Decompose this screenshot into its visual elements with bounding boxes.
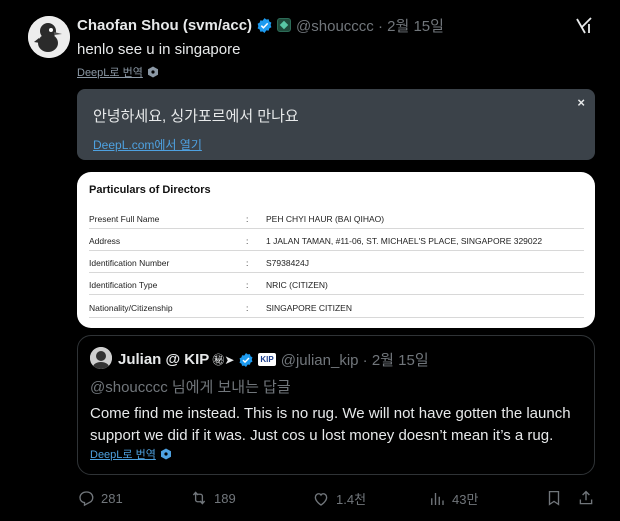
tweet-header: Chaofan Shou (svm/acc) @shoucccc · 2월 15… (77, 14, 444, 36)
quoted-date[interactable]: 2월 15일 (372, 352, 429, 369)
quoted-author-name[interactable]: Julian @ KIP (118, 351, 209, 368)
verified-badge-icon (238, 352, 254, 368)
share-button[interactable] (577, 489, 595, 507)
share-icon (579, 490, 593, 505)
translate-label: DeepL로 번역 (90, 449, 156, 461)
tweet: Chaofan Shou (svm/acc) @shoucccc · 2월 15… (0, 0, 620, 521)
kip-affiliation-badge[interactable]: KIP (258, 353, 276, 366)
tweet-text: henlo see u in singapore (77, 41, 241, 58)
document-row: Present Full Name : PEH CHYI HAUR (BAI Q… (89, 207, 584, 229)
translation-text: 안녕하세요, 싱가포르에서 만나요 (93, 108, 299, 125)
author-name[interactable]: Chaofan Shou (svm/acc) (77, 17, 252, 34)
open-in-deepl-link[interactable]: DeepL.com에서 열기 (93, 136, 202, 153)
attached-image[interactable]: Particulars of Directors Present Full Na… (77, 172, 595, 328)
retweet-button[interactable]: 189 (190, 489, 236, 507)
reply-icon (79, 491, 94, 507)
action-bar: 281 189 1.4천 43만 (77, 489, 597, 509)
quoted-avatar[interactable] (90, 347, 112, 369)
retweet-icon (192, 491, 206, 505)
quoted-text: Come find me instead. This is no rug. We… (90, 405, 571, 444)
tweet-date[interactable]: 2월 15일 (387, 18, 444, 35)
deepl-icon (160, 448, 172, 460)
quoted-name-emoji: ㊙➤ (212, 353, 235, 367)
like-button[interactable]: 1.4천 (312, 489, 366, 508)
translate-label: DeepL로 번역 (77, 67, 143, 79)
reply-context: @shoucccc 님에게 보내는 답글 (90, 379, 291, 396)
views-button[interactable]: 43만 (428, 489, 478, 508)
verified-badge-icon (256, 17, 273, 34)
document-row: Identification Type : NRIC (CITIZEN) (89, 273, 584, 295)
heart-icon (314, 492, 328, 506)
translate-link[interactable]: DeepL로 번역 (77, 64, 159, 80)
quoted-handle[interactable]: @julian_kip · 2월 15일 (281, 349, 429, 370)
quoted-tweet[interactable]: Julian @ KIP ㊙➤ KIP @julian_kip · 2월 15일… (77, 335, 595, 475)
avatar[interactable] (28, 16, 70, 58)
grok-icon[interactable] (574, 16, 594, 36)
close-translation-button[interactable]: × (577, 95, 585, 110)
retweet-count: 189 (214, 490, 236, 506)
reply-count: 281 (101, 490, 123, 506)
like-count: 1.4천 (336, 492, 367, 507)
quoted-header: Julian @ KIP ㊙➤ KIP @julian_kip · 2월 15일 (118, 349, 429, 370)
quoted-translate-link[interactable]: DeepL로 번역 (90, 446, 172, 462)
translation-box: 안녕하세요, 싱가포르에서 만나요 DeepL.com에서 열기 × (77, 89, 595, 160)
deepl-icon (147, 66, 159, 78)
reply-button[interactable]: 281 (77, 489, 123, 507)
affiliation-badge-icon[interactable] (277, 18, 292, 32)
document-row: Identification Number : S7938424J (89, 251, 584, 273)
document-row: Address : 1 JALAN TAMAN, #11-06, ST. MIC… (89, 229, 584, 251)
views-count: 43만 (452, 492, 479, 507)
document-title: Particulars of Directors (89, 184, 211, 196)
document-row: Nationality/Citizenship : SINGAPORE CITI… (89, 296, 584, 318)
author-handle[interactable]: @shoucccc · 2월 15일 (296, 15, 444, 36)
bookmark-button[interactable] (545, 489, 563, 507)
bookmark-icon (548, 490, 560, 506)
views-chart-icon (431, 492, 444, 505)
